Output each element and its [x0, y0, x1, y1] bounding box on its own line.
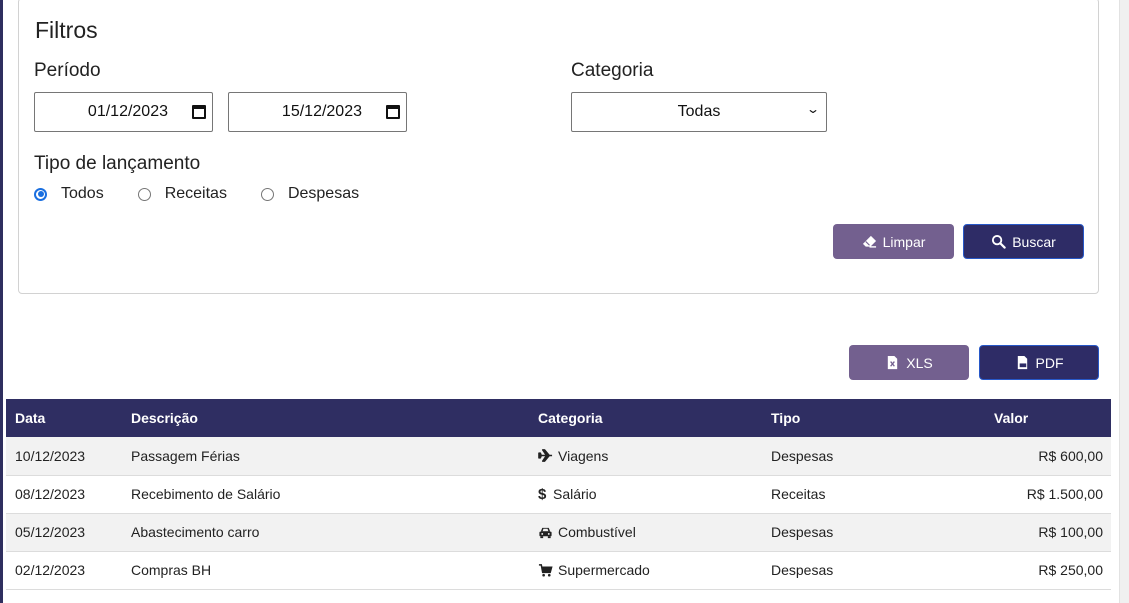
- row-date: 05/12/2023: [6, 513, 122, 552]
- row-type: Despesas: [762, 551, 994, 590]
- dollar-icon: $: [538, 485, 547, 503]
- eraser-icon: [862, 235, 876, 248]
- col-header-date[interactable]: Data: [6, 399, 122, 437]
- plane-icon: [538, 449, 553, 463]
- search-button[interactable]: Buscar: [963, 224, 1084, 259]
- row-category: Supermercado: [529, 551, 762, 590]
- col-header-type[interactable]: Tipo: [762, 399, 994, 437]
- export-pdf-label: PDF: [1035, 354, 1064, 371]
- filters-card: Filtros Período Categoria 01/12/2023 15/…: [18, 0, 1099, 294]
- filters-title: Filtros: [35, 17, 98, 43]
- file-pdf-icon: [1017, 355, 1027, 370]
- row-type: Despesas: [762, 513, 994, 552]
- category-label: Combustível: [558, 524, 636, 540]
- row-date: 10/12/2023: [6, 437, 122, 476]
- row-category: Viagens: [529, 437, 762, 476]
- category-label: Salário: [553, 486, 597, 502]
- export-xls-label: XLS: [906, 354, 933, 371]
- row-value: R$ 250,00: [994, 551, 1111, 590]
- radio-label: Todos: [61, 185, 104, 202]
- calendar-icon[interactable]: [386, 105, 400, 119]
- calendar-icon[interactable]: [192, 105, 206, 119]
- clear-button[interactable]: Limpar: [833, 224, 954, 259]
- search-icon: [992, 234, 1006, 249]
- date-to-input[interactable]: 15/12/2023: [228, 92, 407, 132]
- col-header-value[interactable]: Valor: [994, 399, 1111, 437]
- table-row[interactable]: 08/12/2023 Recebimento de Salário $ Salá…: [6, 475, 1111, 514]
- date-from-value: 01/12/2023: [87, 103, 168, 120]
- row-value: R$ 1.500,00: [994, 475, 1111, 514]
- row-type: Receitas: [762, 475, 994, 514]
- transactions-table: Data Descrição Categoria Tipo Valor 10/1…: [6, 399, 1111, 590]
- car-icon: [539, 527, 552, 538]
- row-type: Despesas: [762, 437, 994, 476]
- category-label: Supermercado: [558, 562, 650, 578]
- export-xls-button[interactable]: XLS: [849, 345, 969, 380]
- table-header-row: Data Descrição Categoria Tipo Valor: [6, 399, 1111, 437]
- row-category: $ Salário: [529, 475, 762, 514]
- row-date: 08/12/2023: [6, 475, 122, 514]
- row-description: Compras BH: [122, 551, 529, 590]
- category-select[interactable]: Todas ⌄: [571, 92, 827, 132]
- row-description: Abastecimento carro: [122, 513, 529, 552]
- category-label: Viagens: [558, 447, 609, 464]
- radio-todos[interactable]: Todos: [34, 185, 104, 203]
- radio-label: Despesas: [287, 185, 360, 202]
- type-label: Tipo de lançamento: [34, 153, 201, 174]
- row-value: R$ 100,00: [994, 513, 1111, 552]
- sidebar-edge: [0, 0, 3, 603]
- radio-label: Receitas: [164, 185, 227, 202]
- row-value: R$ 600,00: [994, 437, 1111, 476]
- chevron-down-icon: ⌄: [805, 102, 821, 116]
- radio-despesas[interactable]: Despesas: [260, 185, 360, 203]
- category-selected-value: Todas: [677, 103, 721, 120]
- radio-receitas[interactable]: Receitas: [137, 185, 227, 203]
- clear-button-label: Limpar: [882, 233, 926, 250]
- date-from-input[interactable]: 01/12/2023: [34, 92, 213, 132]
- col-header-category[interactable]: Categoria: [529, 399, 762, 437]
- file-excel-icon: [888, 355, 898, 370]
- radio-button[interactable]: [34, 187, 47, 201]
- table-row[interactable]: 10/12/2023 Passagem Férias Viagens Despe…: [6, 437, 1111, 476]
- col-header-description[interactable]: Descrição: [122, 399, 529, 437]
- search-button-label: Buscar: [1012, 233, 1056, 250]
- table-row[interactable]: 05/12/2023 Abastecimento carro Combustív…: [6, 513, 1111, 552]
- cart-icon: [538, 563, 553, 576]
- row-category: Combustível: [529, 513, 762, 552]
- type-radio-group: Todos Receitas Despesas: [34, 185, 393, 203]
- export-pdf-button[interactable]: PDF: [979, 345, 1099, 380]
- scrollbar[interactable]: [1119, 0, 1129, 603]
- radio-button[interactable]: [137, 187, 151, 201]
- radio-button[interactable]: [260, 187, 274, 201]
- date-to-value: 15/12/2023: [281, 103, 362, 120]
- row-date: 02/12/2023: [6, 551, 122, 590]
- table-row[interactable]: 02/12/2023 Compras BH Supermercado Despe…: [6, 551, 1111, 590]
- row-description: Passagem Férias: [122, 437, 529, 476]
- row-description: Recebimento de Salário: [122, 475, 529, 514]
- category-label: Categoria: [571, 60, 654, 81]
- period-label: Período: [34, 60, 101, 81]
